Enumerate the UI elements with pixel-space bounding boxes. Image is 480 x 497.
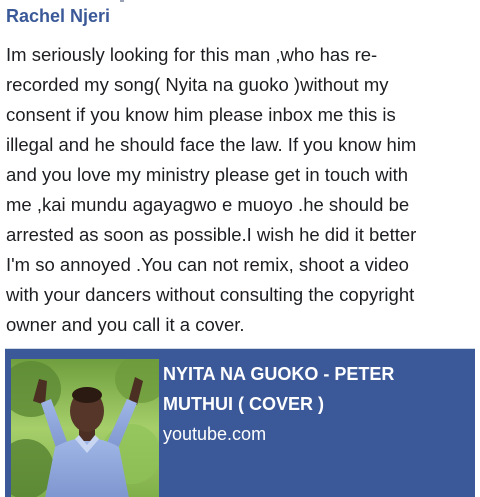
link-preview-domain: youtube.com [163, 424, 267, 444]
post-author-name[interactable]: Rachel Njeri [6, 6, 110, 27]
post-text-line: consent if you know him please inbox me … [6, 104, 396, 125]
header-fragment [120, 0, 124, 2]
post-text-line: with your dancers without consulting the… [6, 284, 415, 305]
video-thumbnail[interactable] [11, 359, 159, 497]
post-text-line: Im seriously looking for this man ,who h… [6, 44, 378, 65]
post-text-line: me ,kai mundu agayagwo e muoyo .he shoul… [6, 194, 410, 215]
post-text-line: arrested as soon as possible.I wish he d… [6, 224, 417, 245]
link-title-line: MUTHUI ( COVER ) [163, 394, 324, 414]
post-text-line: I'm so annoyed .You can not remix, shoot… [6, 254, 409, 275]
link-preview-card[interactable]: NYITA NA GUOKO - PETER MUTHUI ( COVER ) … [5, 348, 475, 497]
post-text-line: owner and you call it a cover. [6, 314, 245, 335]
thumbnail-image [11, 359, 159, 497]
post-text-line: illegal and he should face the law. If y… [6, 134, 417, 155]
link-preview-title[interactable]: NYITA NA GUOKO - PETER MUTHUI ( COVER ) [163, 359, 463, 419]
post-text-line: and you love my ministry please get in t… [6, 164, 409, 185]
link-title-line: NYITA NA GUOKO - PETER [163, 364, 395, 384]
post-text-line: recorded my song( Nyita na guoko )withou… [6, 74, 389, 95]
